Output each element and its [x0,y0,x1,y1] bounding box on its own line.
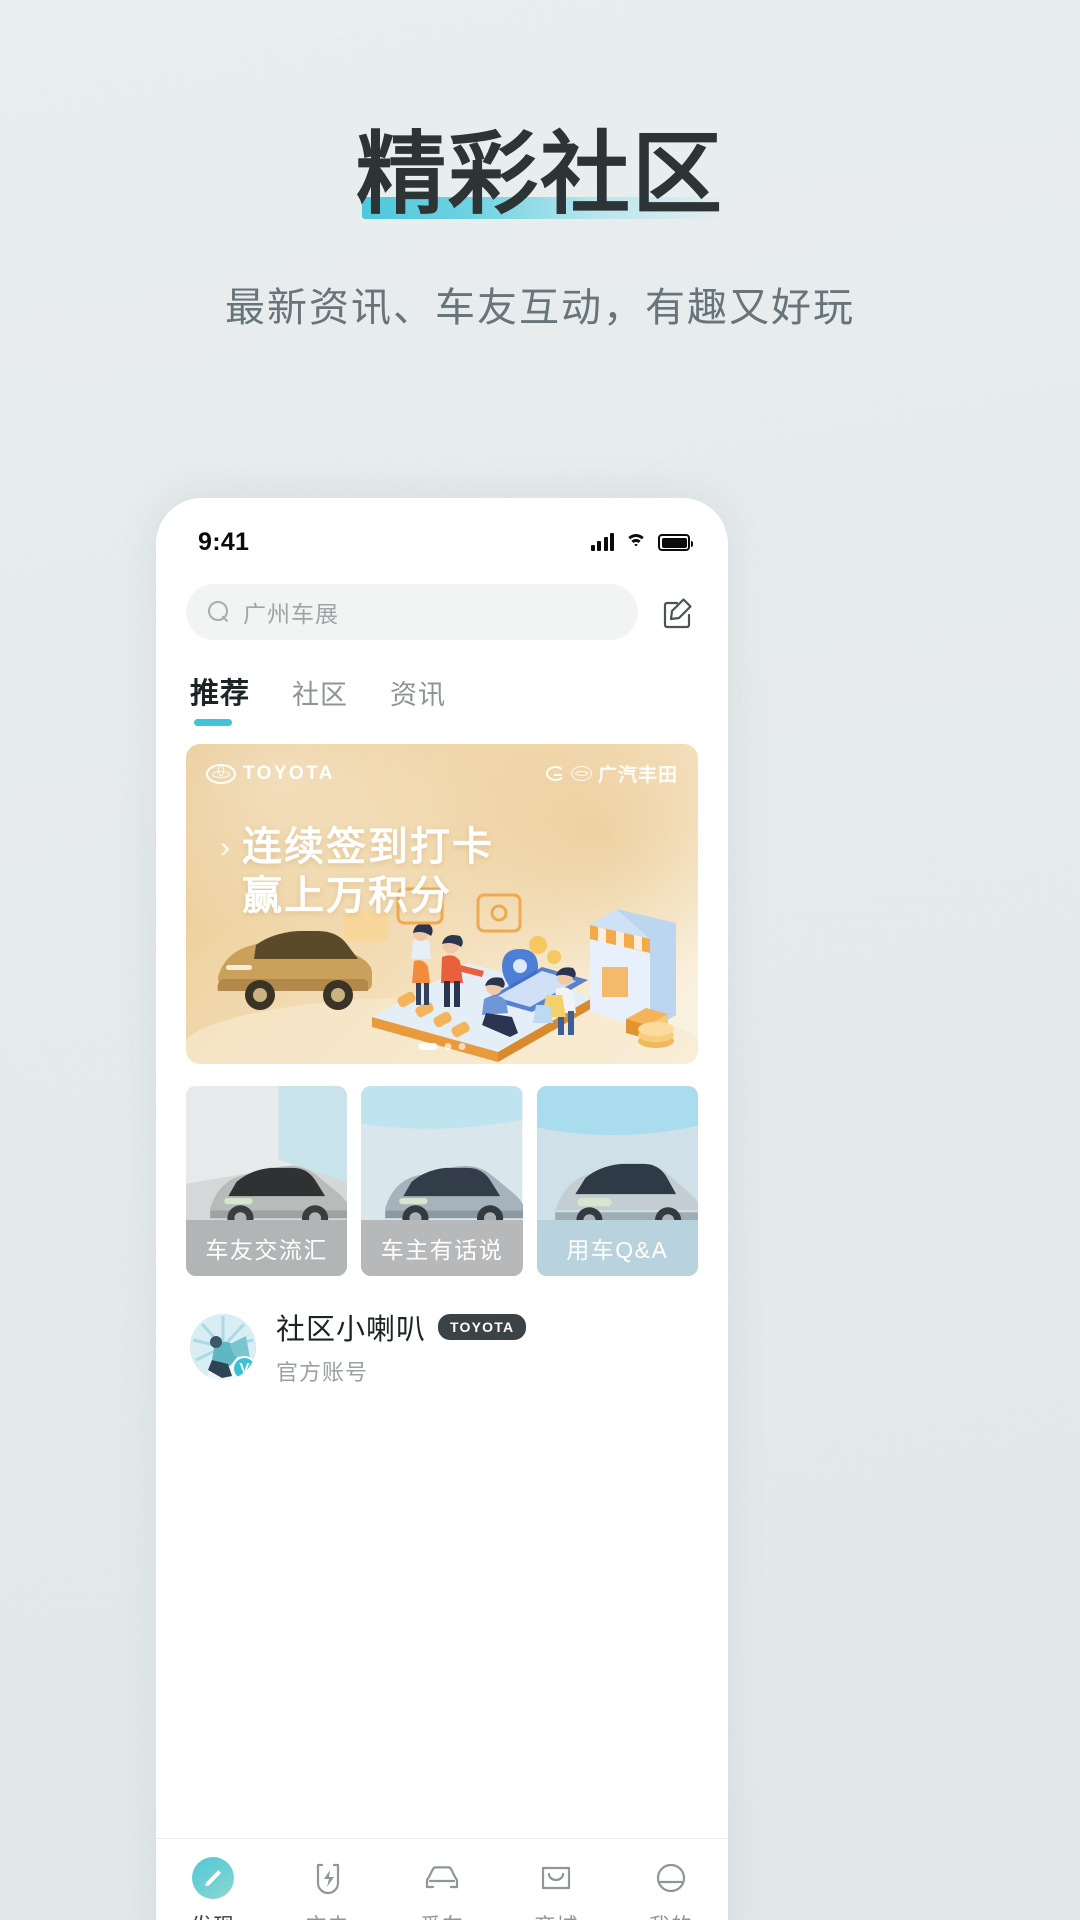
search-row: 广州车展 [156,572,728,640]
search-placeholder: 广州车展 [243,601,339,627]
shopping-bag-icon [535,1857,577,1899]
nav-label-shop: 商城 [534,1910,578,1920]
nav-item-charging[interactable]: 充电 [270,1857,384,1920]
banner-headline-line1: 连续签到打卡 [242,825,494,869]
account-brand-badge: TOYOTA [438,1314,527,1340]
card-label-3: 用车Q&A [536,1220,698,1276]
category-card-friends[interactable]: 车友交流汇 [186,1086,348,1276]
phone-mockup: 9:41 广州车展 推荐 社区 资讯 TOYOTA 广汽丰田 › 连续签到打卡 … [156,498,728,1920]
promo-header: 精彩社区 最新资讯、车友互动，有趣又好玩 [0,0,1080,333]
banner-headline-line2: 赢上万积分 [242,873,452,918]
banner-brand-row: TOYOTA 广汽丰田 [186,744,698,787]
toyota-emblem-icon [206,763,236,784]
tab-recommend[interactable]: 推荐 [190,670,250,726]
account-text: 社区小喇叭 TOYOTA 官方账号 [276,1306,527,1387]
promo-subtitle: 最新资讯、车友互动，有趣又好玩 [225,285,855,330]
cellular-signal-icon [590,533,614,551]
account-name: 社区小喇叭 [276,1314,427,1346]
nav-label-car: 爱车 [420,1910,464,1920]
banner-carousel-dots[interactable] [418,1043,466,1050]
promo-banner-card[interactable]: TOYOTA 广汽丰田 › 连续签到打卡 赢上万积分 [186,744,698,1064]
gac-wordmark: 广汽丰田 [597,765,678,786]
wifi-icon [625,534,647,551]
chevron-right-icon: › [220,831,230,864]
carousel-dot-1[interactable] [418,1043,438,1050]
banner-headline: 连续签到打卡 赢上万积分 [242,823,494,921]
category-card-owners[interactable]: 车主有话说 [361,1086,523,1276]
page-title: 精彩社区 [356,125,724,225]
nav-label-charging: 充电 [306,1910,350,1920]
profile-icon [650,1857,692,1899]
tab-community[interactable]: 社区 [292,673,348,726]
toyota-logo: TOYOTA [206,763,335,785]
toyota-wordmark: TOYOTA [243,762,335,784]
status-icons [590,533,693,551]
nav-label-discover: 发现 [191,1910,235,1920]
car-icon [421,1857,463,1899]
status-bar: 9:41 [156,498,728,572]
promo-title-wrap: 精彩社区 [356,128,724,223]
gac-emblem-icon [545,766,565,781]
bottom-navigation: 发现 充电 爱车 [156,1838,728,1920]
category-cards: 车友交流汇 车主有话说 用车Q&A [156,1064,728,1276]
nav-item-shop[interactable]: 商城 [499,1857,613,1920]
nav-item-discover[interactable]: 发现 [156,1857,270,1920]
compass-discover-icon [192,1857,235,1899]
carousel-dot-2[interactable] [444,1043,452,1050]
nav-item-profile[interactable]: 我的 [614,1857,728,1920]
account-row[interactable]: V 社区小喇叭 TOYOTA 官方账号 [156,1276,728,1387]
card-label-1: 车友交流汇 [186,1220,348,1276]
toyota-emblem-small-icon [570,766,592,781]
battery-icon [658,534,693,551]
nav-item-car[interactable]: 爱车 [385,1857,499,1920]
verified-badge: V [232,1355,256,1380]
avatar[interactable]: V [190,1313,256,1380]
card-label-2: 车主有话说 [361,1220,523,1276]
account-name-row: 社区小喇叭 TOYOTA [276,1306,527,1348]
nav-label-profile: 我的 [649,1910,693,1920]
search-icon [208,601,230,623]
content-tabs: 推荐 社区 资讯 [156,640,728,726]
category-card-qa[interactable]: 用车Q&A [536,1086,698,1276]
search-input[interactable]: 广州车展 [186,584,638,640]
carousel-dot-3[interactable] [458,1043,466,1050]
tab-news[interactable]: 资讯 [390,673,446,726]
status-time: 9:41 [198,527,250,556]
compose-edit-icon[interactable] [658,592,698,632]
account-subtitle: 官方账号 [276,1360,369,1385]
banner-copy: › 连续签到打卡 赢上万积分 [186,787,698,921]
gac-toyota-logo: 广汽丰田 [545,760,678,787]
charging-bolt-icon [307,1857,349,1899]
